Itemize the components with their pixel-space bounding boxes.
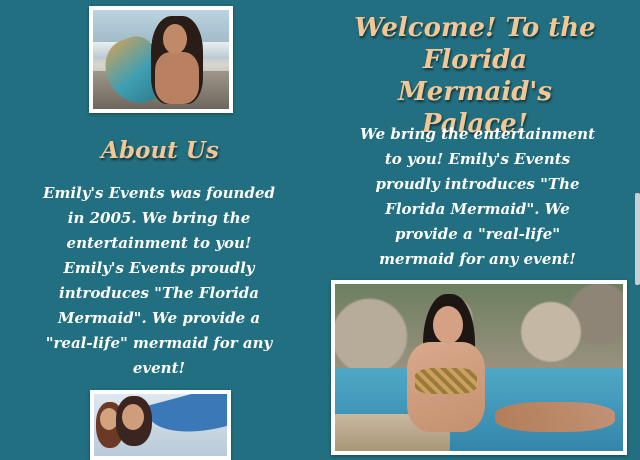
mermaid-beach-photo [89, 6, 233, 113]
mermaid-pool-photo [331, 280, 627, 455]
scrollbar-thumb[interactable] [635, 193, 640, 285]
welcome-heading: Welcome! To the Florida Mermaid's Palace… [354, 13, 596, 139]
about-us-text: Emily's Events was founded in 2005. We b… [43, 184, 275, 377]
about-us-heading: About Us [101, 137, 219, 164]
mermaid-with-child-photo [90, 390, 231, 460]
intro-text: We bring the entertainment to you! Emily… [359, 125, 596, 268]
